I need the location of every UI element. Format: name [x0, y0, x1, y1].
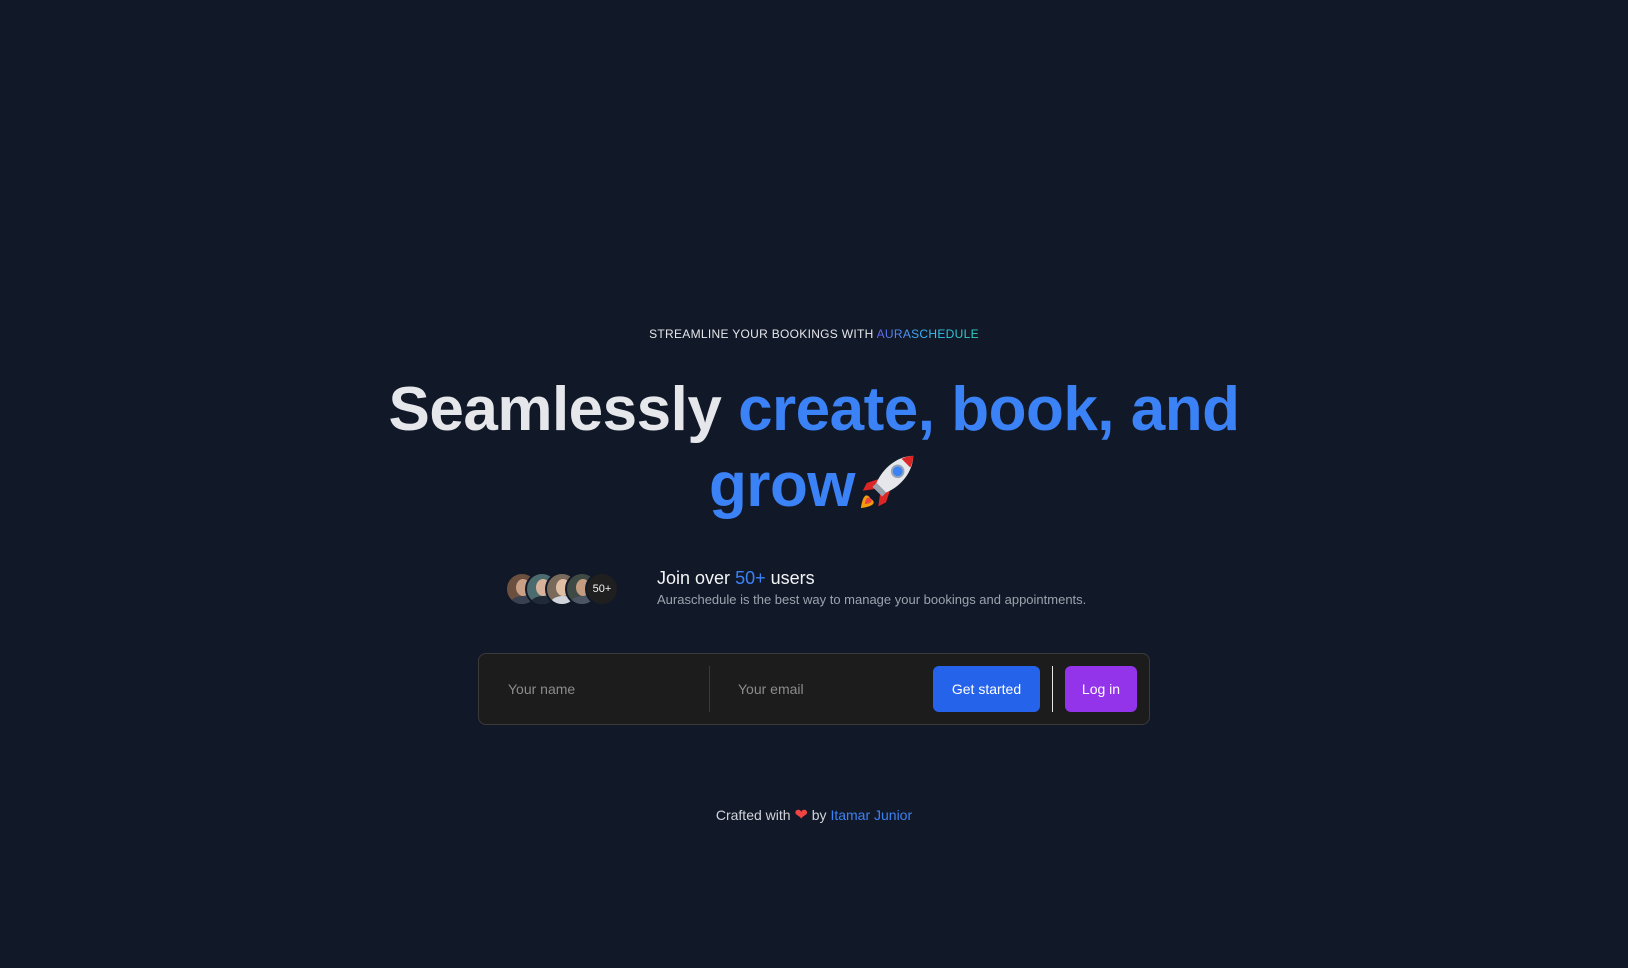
footer-prefix: Crafted with: [715, 807, 791, 823]
signup-form: Get started Log in: [478, 653, 1150, 725]
headline-accent-line2: grow: [708, 451, 856, 520]
author-link[interactable]: Itamar Junior: [830, 807, 912, 823]
footer-by: by: [811, 807, 827, 823]
name-input[interactable]: [479, 666, 709, 712]
social-title-suffix: users: [770, 568, 815, 588]
heart-icon: ❤: [794, 807, 808, 824]
button-divider: [1052, 666, 1053, 712]
eyebrow-brand: AURASCHEDULE: [876, 327, 979, 341]
social-proof-text: Join over 50+ users Auraschedule is the …: [657, 566, 1086, 607]
login-button[interactable]: Log in: [1065, 666, 1137, 712]
email-input[interactable]: [709, 666, 939, 712]
landing-page: STREAMLINE YOUR BOOKINGS WITH AURASCHEDU…: [0, 0, 1628, 968]
social-proof: 50+ Join over 50+ users Auraschedule is …: [505, 566, 1145, 614]
social-title-prefix: Join over: [657, 568, 731, 588]
avatar-count-badge: 50+: [585, 572, 619, 606]
footer: Crafted with ❤ by Itamar Junior: [0, 805, 1628, 825]
social-proof-title: Join over 50+ users: [657, 566, 1086, 590]
social-proof-subtitle: Auraschedule is the best way to manage y…: [657, 592, 1087, 607]
get-started-button[interactable]: Get started: [933, 666, 1040, 712]
hero-headline: Seamlessly create, book, and grow: [0, 372, 1628, 524]
headline-accent-line1: create, book, and: [738, 375, 1240, 444]
rocket-icon: [860, 455, 914, 509]
user-count: 50+: [735, 568, 766, 588]
eyebrow-prefix: STREAMLINE YOUR BOOKINGS WITH: [649, 327, 874, 341]
eyebrow-text: STREAMLINE YOUR BOOKINGS WITH AURASCHEDU…: [0, 327, 1628, 341]
headline-plain: Seamlessly: [388, 375, 722, 444]
